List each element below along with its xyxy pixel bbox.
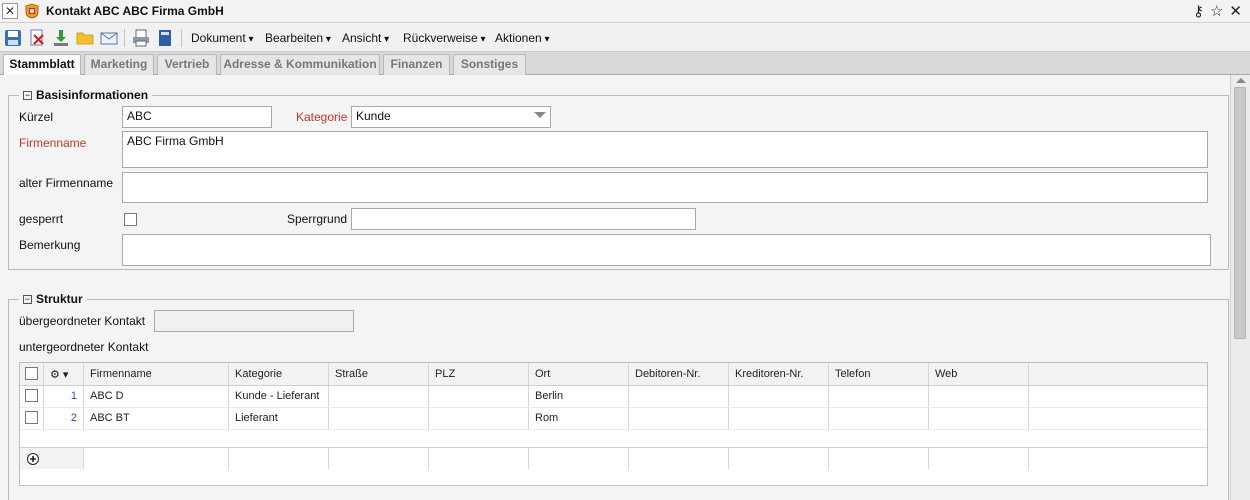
alter-firmenname-input[interactable] (122, 172, 1208, 203)
firmenname-label: Firmenname (19, 136, 87, 150)
contact-app-icon (25, 3, 39, 19)
star-icon[interactable]: ☆ (1210, 3, 1223, 20)
tab-marketing[interactable]: Marketing (84, 54, 154, 75)
cell-debitoren (629, 408, 729, 429)
cell-plz (429, 408, 529, 429)
scroll-up-icon[interactable] (1236, 78, 1246, 83)
folder-icon[interactable] (76, 29, 94, 47)
print-preview-icon[interactable] (132, 29, 150, 47)
col-header-plz[interactable]: PLZ (429, 363, 529, 385)
grid-header: ⚙ ▾ Firmenname Kategorie Straße PLZ Ort … (20, 363, 1207, 386)
cell-debitoren (629, 386, 729, 407)
row-number: 2 (44, 408, 84, 429)
grid-new-row (20, 447, 1207, 469)
close-icon[interactable]: ✕ (2, 3, 18, 19)
section-title: Basisinformationen (36, 88, 149, 102)
firmenname-input[interactable]: ABC Firma GmbH (122, 131, 1208, 168)
toolbar: Dokument Bearbeiten Ansicht Rückverweise… (0, 24, 1250, 52)
delete-document-icon[interactable] (28, 29, 46, 47)
cell-strasse (329, 408, 429, 429)
tab-finanzen[interactable]: Finanzen (383, 54, 450, 75)
cell-strasse (329, 386, 429, 407)
cell-kreditoren (729, 386, 829, 407)
bemerkung-input[interactable] (122, 234, 1211, 266)
form-content: − Basisinformationen Kürzel ABC Kategorie… (0, 75, 1230, 500)
col-header-debitoren[interactable]: Debitoren-Nr. (629, 363, 729, 385)
col-header-firmenname[interactable]: Firmenname (84, 363, 229, 385)
close-window-icon[interactable]: ✕ (1229, 3, 1242, 20)
kategorie-label: Kategorie (296, 110, 348, 124)
gesperrt-label: gesperrt (19, 212, 64, 226)
section-title: Struktur (36, 292, 83, 306)
cell-telefon (829, 386, 929, 407)
kategorie-value: Kunde (356, 109, 391, 123)
cell-ort: Rom (529, 408, 629, 429)
row-number: 1 (44, 386, 84, 407)
cell-plz (429, 386, 529, 407)
row-checkbox[interactable] (25, 411, 38, 424)
col-header-web[interactable]: Web (929, 363, 1029, 385)
menu-rueckverweise[interactable]: Rückverweise (403, 31, 486, 45)
scrollbar-thumb[interactable] (1234, 87, 1246, 339)
col-header-ort[interactable]: Ort (529, 363, 629, 385)
tab-bar: Stammblatt Marketing Vertrieb Adresse & … (0, 52, 1250, 76)
collapse-icon[interactable]: − (23, 295, 32, 304)
vertical-scrollbar[interactable] (1230, 75, 1250, 500)
menu-bearbeiten[interactable]: Bearbeiten (265, 31, 331, 45)
title-bar: ✕ Kontakt ABC ABC Firma GmbH ⚷ ☆ ✕ (0, 0, 1250, 23)
cell-firmenname: ABC BT (84, 408, 229, 429)
col-header-strasse[interactable]: Straße (329, 363, 429, 385)
tab-vertrieb[interactable]: Vertrieb (157, 54, 217, 75)
child-contacts-grid: ⚙ ▾ Firmenname Kategorie Straße PLZ Ort … (19, 362, 1208, 486)
cell-kategorie: Lieferant (229, 408, 329, 429)
table-row[interactable]: 1 ABC D Kunde - Lieferant Berlin (20, 386, 1207, 408)
kategorie-select[interactable]: Kunde (351, 106, 551, 128)
cell-web (929, 386, 1029, 407)
select-all-checkbox[interactable] (25, 367, 38, 380)
tab-sonstiges[interactable]: Sonstiges (453, 54, 526, 75)
sperrgrund-input[interactable] (351, 208, 696, 230)
kuerzel-label: Kürzel (19, 110, 54, 124)
row-checkbox[interactable] (25, 389, 38, 402)
bemerkung-label: Bemerkung (19, 238, 81, 252)
cell-firmenname: ABC D (84, 386, 229, 407)
table-row[interactable]: 2 ABC BT Lieferant Rom (20, 408, 1207, 430)
download-icon[interactable] (52, 29, 70, 47)
tab-stammblatt[interactable]: Stammblatt (3, 54, 81, 76)
gear-icon[interactable]: ⚙ ▾ (44, 363, 84, 385)
cell-kreditoren (729, 408, 829, 429)
col-header-kreditoren[interactable]: Kreditoren-Nr. (729, 363, 829, 385)
key-icon[interactable]: ⚷ (1193, 3, 1204, 20)
parent-contact-input[interactable] (154, 310, 354, 332)
gesperrt-checkbox[interactable] (124, 213, 137, 226)
collapse-icon[interactable]: − (23, 91, 32, 100)
alter-firmenname-label: alter Firmenname (19, 176, 114, 190)
sperrgrund-label: Sperrgrund (287, 212, 348, 226)
cell-telefon (829, 408, 929, 429)
chevron-down-icon[interactable] (534, 112, 546, 118)
child-contact-label: untergeordneter Kontakt (19, 340, 149, 354)
menu-aktionen[interactable]: Aktionen (495, 31, 550, 45)
book-icon[interactable] (156, 29, 174, 47)
col-header-telefon[interactable]: Telefon (829, 363, 929, 385)
menu-ansicht[interactable]: Ansicht (342, 31, 389, 45)
cell-ort: Berlin (529, 386, 629, 407)
mail-icon[interactable] (100, 29, 118, 47)
window-title: Kontakt ABC ABC Firma GmbH (46, 4, 224, 18)
parent-contact-label: übergeordneter Kontakt (19, 314, 146, 328)
col-header-kategorie[interactable]: Kategorie (229, 363, 329, 385)
cell-web (929, 408, 1029, 429)
kuerzel-input[interactable]: ABC (122, 106, 272, 128)
save-icon[interactable] (4, 29, 22, 47)
menu-dokument[interactable]: Dokument (191, 31, 254, 45)
tab-adresse-kommunikation[interactable]: Adresse & Kommunikation (220, 54, 380, 75)
cell-kategorie: Kunde - Lieferant (229, 386, 329, 407)
add-row-icon[interactable] (27, 453, 39, 465)
